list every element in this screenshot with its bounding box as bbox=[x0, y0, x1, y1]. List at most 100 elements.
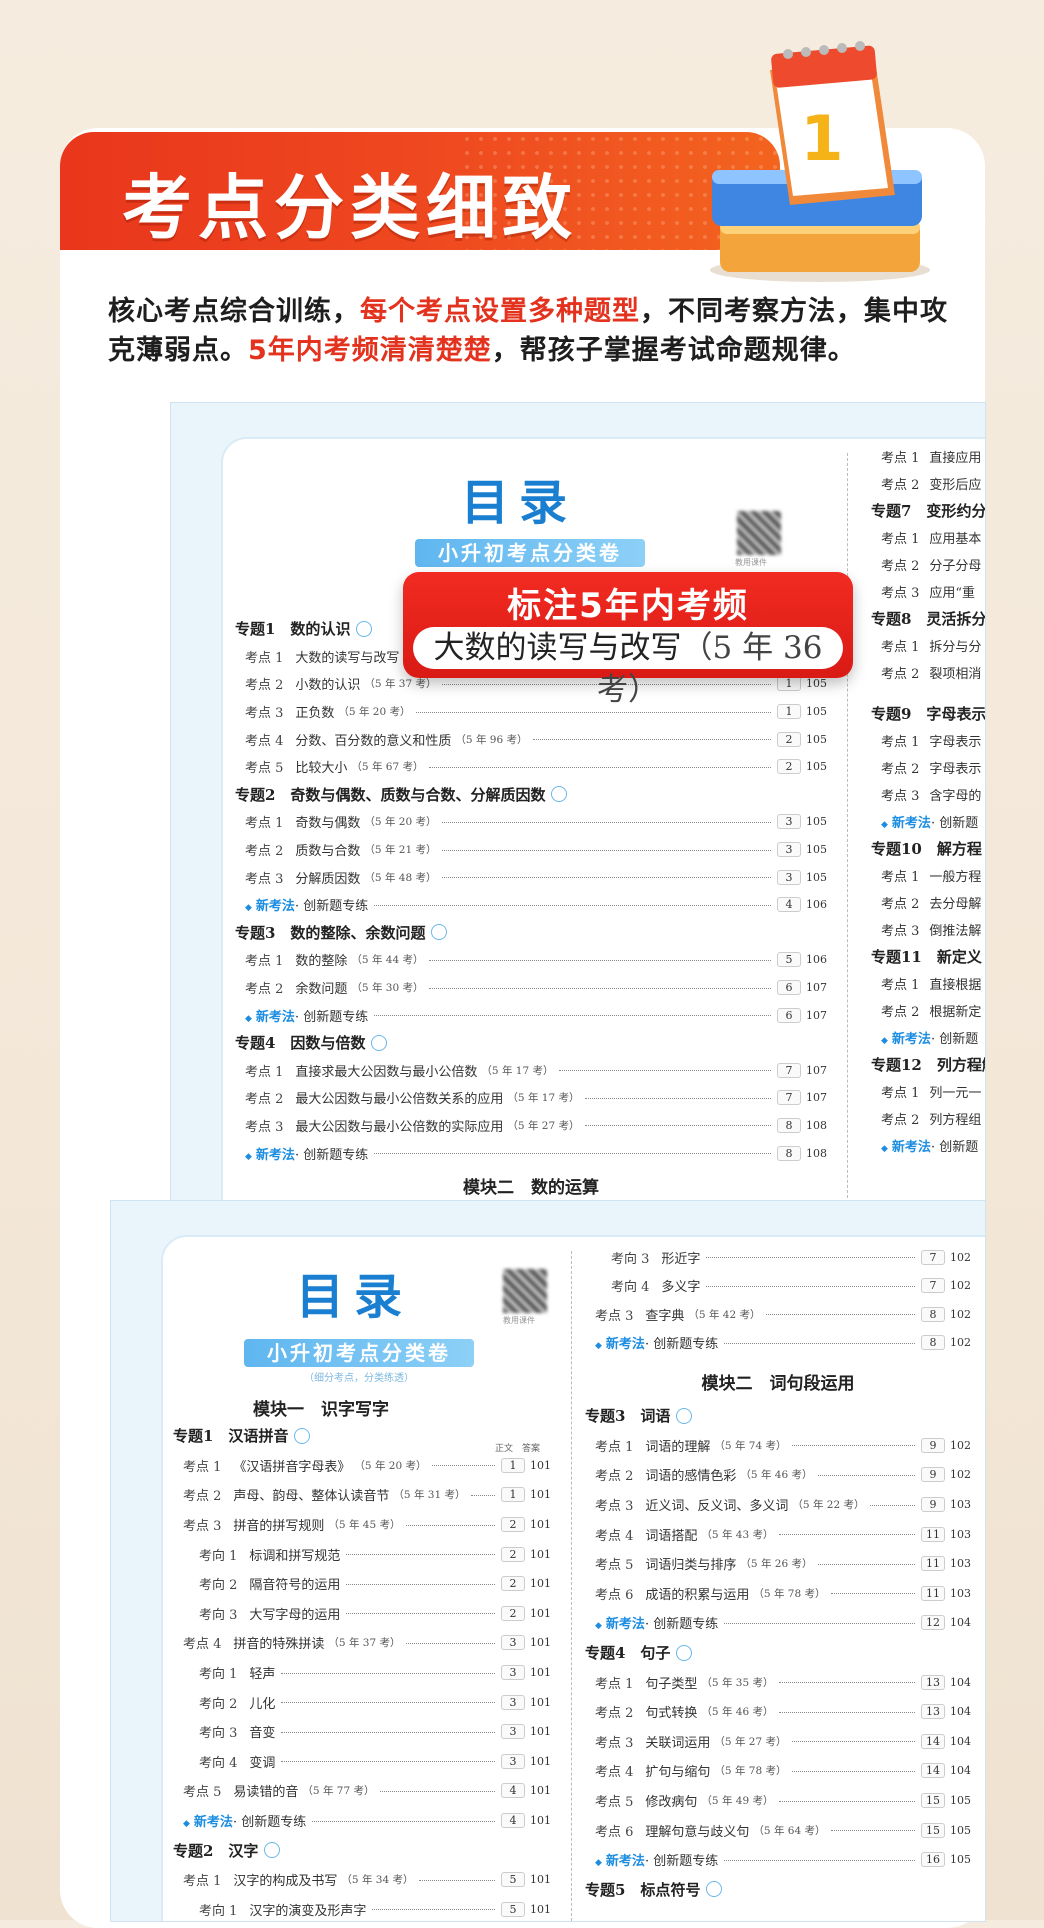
toc-entry[interactable]: 考点 2 分子分母 bbox=[871, 551, 985, 578]
toc-entry[interactable]: 考点 1 应用基本 bbox=[871, 524, 985, 551]
toc-entry[interactable]: 考点 1 《汉语拼音字母表》 （5 年 20 考） 1 101 bbox=[173, 1451, 551, 1481]
toc-entry[interactable]: 考点 1 数的整除 （5 年 44 考） 5 106 bbox=[235, 946, 827, 974]
smile-icon bbox=[676, 1644, 693, 1661]
toc-entry[interactable]: 考点 4 分数、百分数的意义和性质 （5 年 96 考） 2 105 bbox=[235, 725, 827, 753]
toc-new-method[interactable]: 新考法· 创新题专练 4 101 bbox=[173, 1806, 551, 1836]
toc-entry[interactable]: 考点 2 裂项相消 bbox=[871, 659, 985, 686]
toc-new-method[interactable]: 新考法· 创新题专练 16 105 bbox=[585, 1845, 971, 1875]
toc-entry[interactable]: 考点 1 词语的理解 （5 年 74 考） 9 102 bbox=[585, 1431, 971, 1461]
page-number: 4 bbox=[501, 1813, 525, 1829]
toc-topic[interactable]: 专题2 汉字 bbox=[173, 1835, 551, 1865]
toc-entry[interactable]: 考点 2 变形后应 bbox=[871, 470, 985, 497]
toc-entry[interactable]: 考点 1 汉字的构成及书写 （5 年 34 考） 5 101 bbox=[173, 1865, 551, 1895]
toc-topic[interactable]: 专题2 奇数与偶数、质数与合数、分解质因数 bbox=[235, 781, 827, 809]
toc-entry[interactable]: 考点 2 最大公因数与最小公倍数关系的应用 （5 年 17 考） 7 107 bbox=[235, 1084, 827, 1112]
toc-entry[interactable]: 考点 1 直接求最大公因数与最小公倍数 （5 年 17 考） 7 107 bbox=[235, 1057, 827, 1085]
toc-entry[interactable]: 考点 1 直接应用 bbox=[871, 443, 985, 470]
answer-page: 104 bbox=[950, 1675, 971, 1689]
entry-index: 考点 4 bbox=[245, 733, 284, 749]
toc-entry[interactable]: 考点 1 直接根据 bbox=[871, 970, 985, 997]
toc-entry[interactable]: 考点 2 去分母解 bbox=[871, 889, 985, 916]
toc-entry[interactable]: 考向 3 音变 3 101 bbox=[173, 1717, 551, 1747]
toc-entry[interactable]: 考点 5 词语归类与排序 （5 年 26 考） 11 103 bbox=[585, 1549, 971, 1579]
toc-entry[interactable]: 考向 3 大写字母的运用 2 101 bbox=[173, 1599, 551, 1629]
toc-new-method[interactable]: 新考法· 创新题专练 6 107 bbox=[235, 1001, 827, 1029]
toc-topic[interactable]: 专题4 因数与倍数 bbox=[235, 1029, 827, 1057]
qr-code[interactable] bbox=[503, 1269, 547, 1313]
toc-entry[interactable]: 考点 2 质数与合数 （5 年 21 考） 3 105 bbox=[235, 836, 827, 864]
toc-subtitle: 小升初考点分类卷 bbox=[244, 1339, 474, 1367]
toc-entry[interactable]: 考点 3 倒推法解 bbox=[871, 916, 985, 943]
toc-topic[interactable]: 专题5 标点符号 bbox=[585, 1875, 971, 1905]
toc-entry[interactable]: 考点 3 分解质因数 （5 年 48 考） 3 105 bbox=[235, 863, 827, 891]
toc-new-method[interactable]: 新考法· 创新题 bbox=[871, 808, 985, 835]
entry-label: 奇数与偶数 bbox=[295, 816, 361, 832]
leader-dots bbox=[312, 1820, 495, 1822]
toc-entry[interactable]: 考点 5 修改病句 （5 年 49 考） 15 105 bbox=[585, 1786, 971, 1816]
toc-entry[interactable]: 考点 3 近义词、反义词、多义词 （5 年 22 考） 9 103 bbox=[585, 1490, 971, 1520]
toc-entry[interactable]: 考点 3 应用“重 bbox=[871, 578, 985, 605]
toc-entry[interactable]: 考点 3 查字典 （5 年 42 考） 8 102 bbox=[585, 1300, 971, 1329]
page-number: 15 bbox=[921, 1822, 945, 1838]
toc-entry[interactable]: 考点 2 声母、韵母、整体认读音节 （5 年 31 考） 1 101 bbox=[173, 1480, 551, 1510]
toc-entry[interactable]: 考点 4 拼音的特殊拼读 （5 年 37 考） 3 101 bbox=[173, 1628, 551, 1658]
toc-entry[interactable]: 考点 3 拼音的拼写规则 （5 年 45 考） 2 101 bbox=[173, 1510, 551, 1540]
entry-index: 考向 2 bbox=[199, 1578, 238, 1594]
toc-topic[interactable]: 专题11 新定义 bbox=[871, 943, 985, 970]
toc-topic[interactable]: 专题9 字母表示 bbox=[871, 700, 985, 727]
toc-entry[interactable]: 考向 2 儿化 3 101 bbox=[173, 1687, 551, 1717]
frequency-note: （5 年 78 考） bbox=[753, 1587, 826, 1600]
toc-entry[interactable]: 考点 3 最大公因数与最小公倍数的实际应用 （5 年 27 考） 8 108 bbox=[235, 1112, 827, 1140]
toc-entry[interactable]: 考向 1 轻声 3 101 bbox=[173, 1658, 551, 1688]
toc-entry[interactable]: 考点 4 扩句与缩句 （5 年 78 考） 14 104 bbox=[585, 1756, 971, 1786]
toc-entry[interactable]: 考点 1 一般方程 bbox=[871, 862, 985, 889]
toc-entry[interactable]: 考点 1 拆分与分 bbox=[871, 632, 985, 659]
leader-dots bbox=[471, 1494, 495, 1496]
toc-topic[interactable]: 专题1 汉语拼音 bbox=[173, 1421, 551, 1451]
page-number: 2 bbox=[501, 1576, 525, 1592]
toc-entry[interactable]: 考点 2 余数问题 （5 年 30 考） 6 107 bbox=[235, 974, 827, 1002]
toc-entry[interactable]: 考点 6 理解句意与歧义句 （5 年 64 考） 15 105 bbox=[585, 1815, 971, 1845]
toc-new-method[interactable]: 新考法· 创新题专练 8 108 bbox=[235, 1139, 827, 1167]
toc-topic[interactable]: 专题10 解方程 bbox=[871, 835, 985, 862]
frequency-note: （5 年 27 考） bbox=[507, 1119, 580, 1132]
toc-entry[interactable]: 考点 2 句式转换 （5 年 46 考） 13 104 bbox=[585, 1697, 971, 1727]
toc-topic[interactable]: 专题3 词语 bbox=[585, 1401, 971, 1431]
toc-entry[interactable]: 考点 2 词语的感情色彩 （5 年 46 考） 9 102 bbox=[585, 1460, 971, 1490]
toc-entry[interactable]: 考点 5 比较大小 （5 年 67 考） 2 105 bbox=[235, 753, 827, 781]
toc-new-method[interactable]: 新考法· 创新题 bbox=[871, 1024, 985, 1051]
toc-topic[interactable]: 专题12 列方程解 bbox=[871, 1051, 985, 1078]
toc-entry[interactable]: 考向 3 形近字 7 102 bbox=[585, 1243, 971, 1272]
toc-entry[interactable]: 考点 3 关联词运用 （5 年 27 考） 14 104 bbox=[585, 1727, 971, 1757]
toc-entry[interactable]: 考向 4 多义字 7 102 bbox=[585, 1272, 971, 1301]
toc-entry[interactable]: 考点 2 字母表示 bbox=[871, 754, 985, 781]
toc-entry[interactable]: 考向 2 隔音符号的运用 2 101 bbox=[173, 1569, 551, 1599]
toc-entry[interactable]: 考点 3 含字母的 bbox=[871, 781, 985, 808]
toc-topic[interactable]: 专题3 数的整除、余数问题 bbox=[235, 919, 827, 947]
toc-entry[interactable]: 考点 5 易读错的音 （5 年 77 考） 4 101 bbox=[173, 1776, 551, 1806]
toc-entry[interactable]: 考点 1 字母表示 bbox=[871, 727, 985, 754]
toc-entry[interactable]: 考点 2 根据新定 bbox=[871, 997, 985, 1024]
toc-entry[interactable]: 考点 6 成语的积累与运用 （5 年 78 考） 11 103 bbox=[585, 1579, 971, 1609]
leader-dots bbox=[779, 1711, 915, 1713]
toc-new-method[interactable]: 新考法· 创新题专练 12 104 bbox=[585, 1608, 971, 1638]
toc-new-method[interactable]: 新考法· 创新题专练 4 106 bbox=[235, 891, 827, 919]
answer-page: 107 bbox=[806, 1091, 827, 1105]
toc-entry[interactable]: 考点 1 奇数与偶数 （5 年 20 考） 3 105 bbox=[235, 808, 827, 836]
toc-entry[interactable]: 考点 2 列方程组 bbox=[871, 1105, 985, 1132]
toc-new-method[interactable]: 新考法· 创新题专练 8 102 bbox=[585, 1329, 971, 1358]
toc-entry[interactable]: 考向 1 汉字的演变及形声字 5 101 bbox=[173, 1895, 551, 1922]
new-method-tag: 新考法 bbox=[881, 1136, 931, 1155]
toc-topic[interactable]: 专题8 灵活拆分 bbox=[871, 605, 985, 632]
toc-entry[interactable]: 考向 1 标调和拼写规范 2 101 bbox=[173, 1539, 551, 1569]
toc-entry[interactable]: 考向 4 变调 3 101 bbox=[173, 1747, 551, 1777]
smile-icon bbox=[676, 1407, 693, 1424]
toc-topic[interactable]: 专题4 句子 bbox=[585, 1638, 971, 1668]
toc-entry[interactable]: 考点 1 列一元一 bbox=[871, 1078, 985, 1105]
toc-entry[interactable]: 考点 1 句子类型 （5 年 35 考） 13 104 bbox=[585, 1667, 971, 1697]
toc-topic[interactable]: 专题7 变形约分 bbox=[871, 497, 985, 524]
toc-new-method[interactable]: 新考法· 创新题 bbox=[871, 1132, 985, 1159]
qr-code[interactable] bbox=[737, 511, 781, 555]
toc-entry[interactable]: 考点 4 词语搭配 （5 年 43 考） 11 103 bbox=[585, 1519, 971, 1549]
toc-entry[interactable]: 考点 3 正负数 （5 年 20 考） 1 105 bbox=[235, 698, 827, 726]
